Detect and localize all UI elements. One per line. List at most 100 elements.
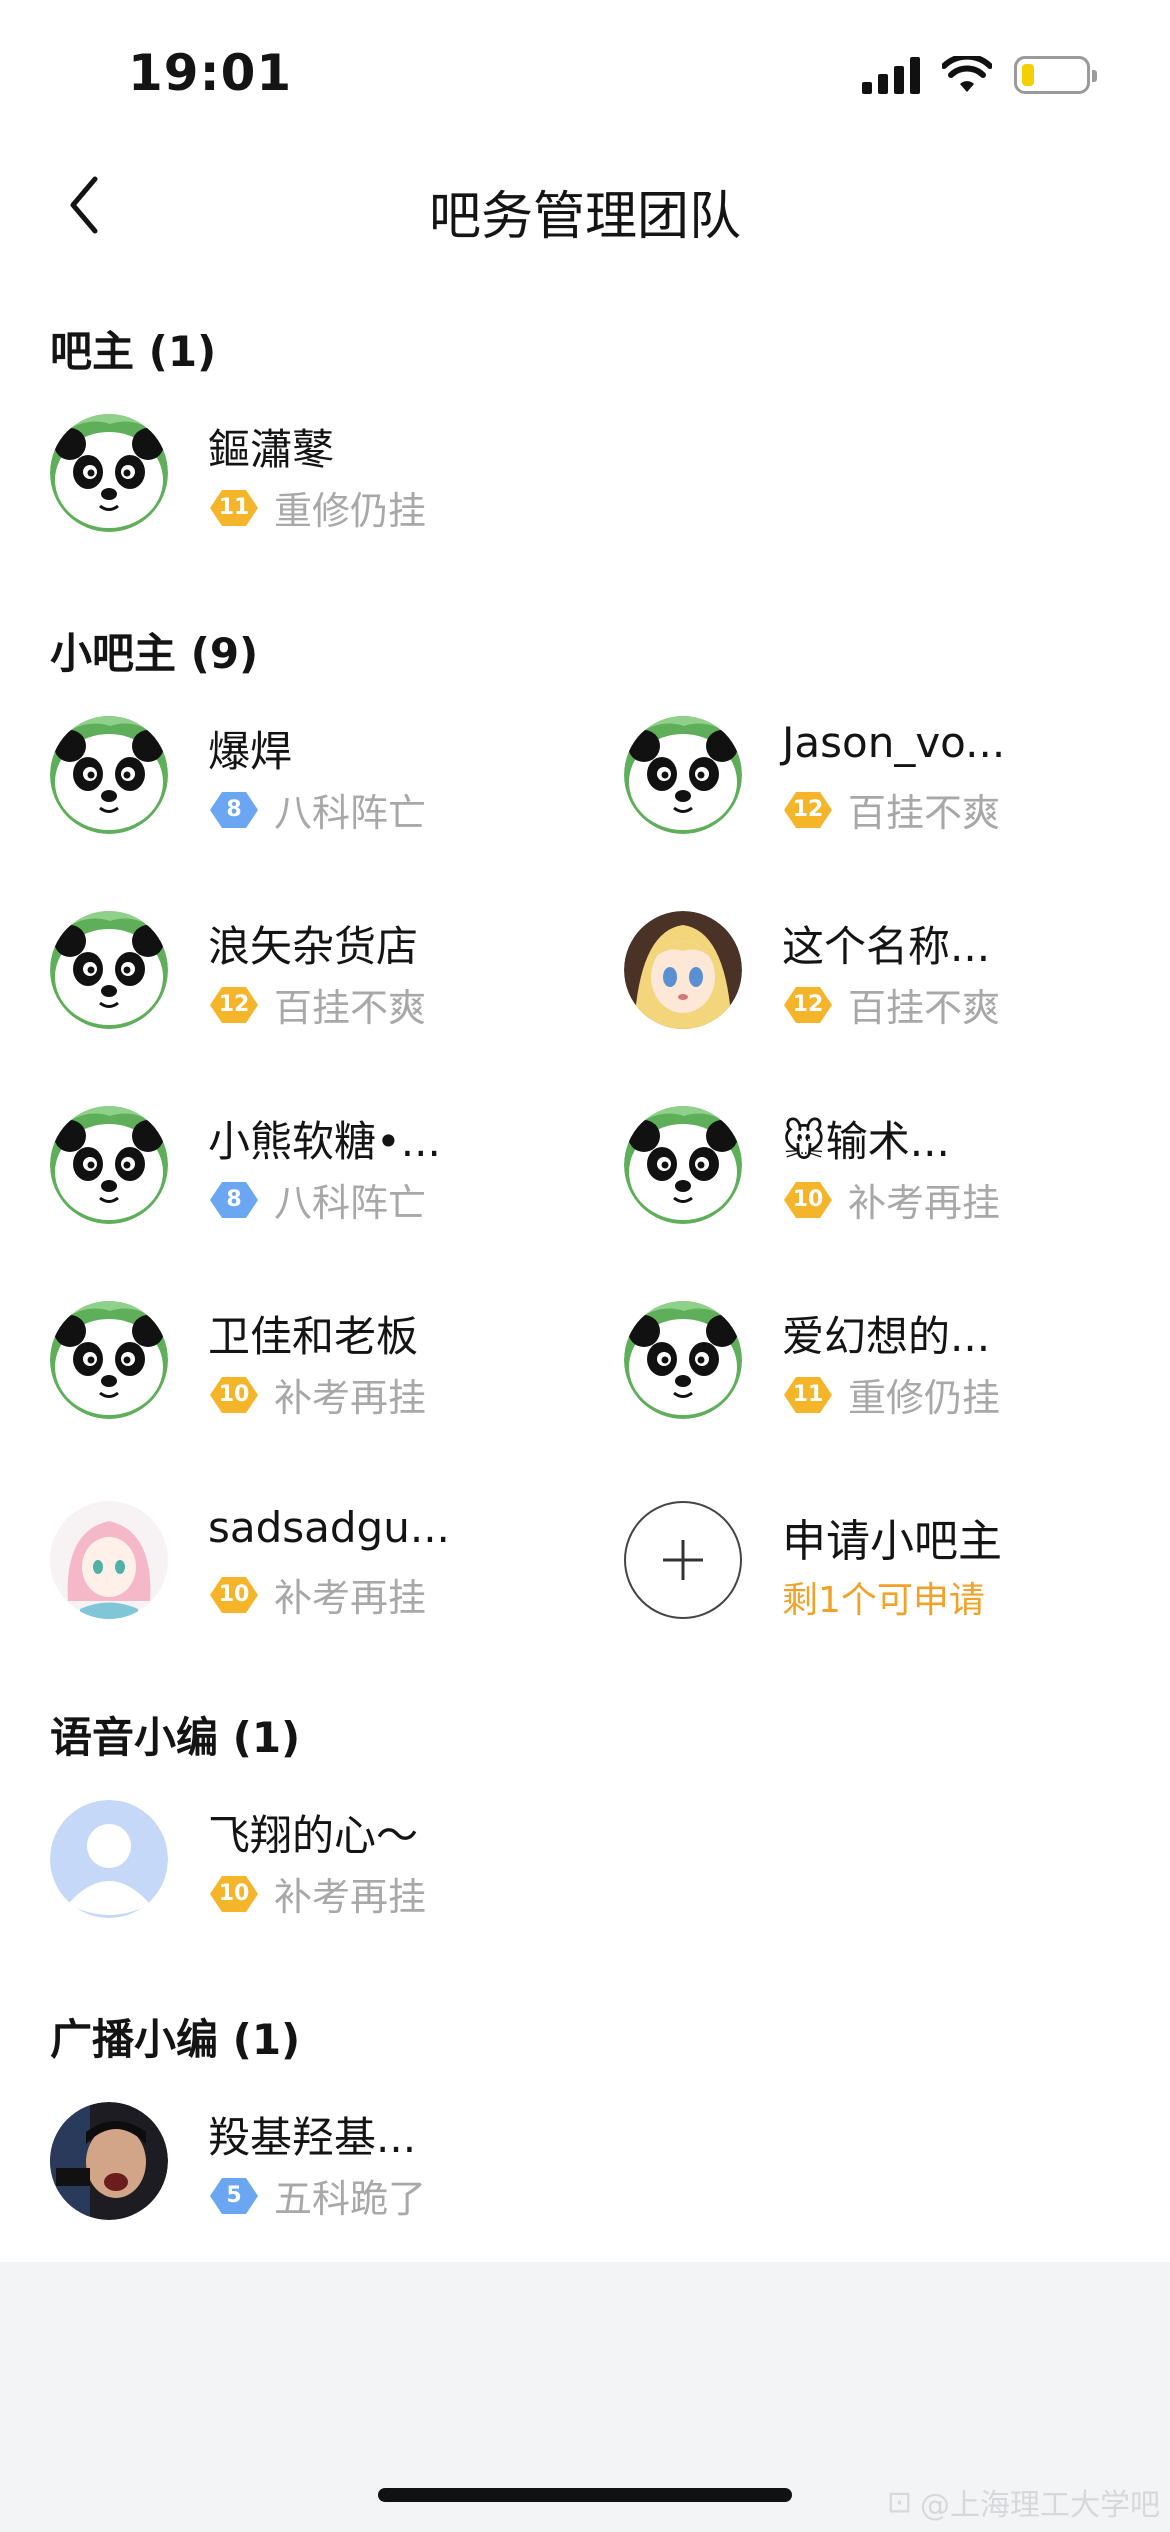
level-title: 补考再挂 xyxy=(274,1576,427,1620)
member-item[interactable]: 爆焊 8 八科阵亡 xyxy=(50,710,580,840)
member-level: 11 重修仍挂 xyxy=(208,480,426,535)
panda-avatar[interactable] xyxy=(50,716,168,834)
member-name: 浪矢杂货店 xyxy=(208,922,419,971)
section-title-voice-editors: 语音小编 (1) xyxy=(50,1713,301,1762)
level-number: 8 xyxy=(226,797,242,822)
member-name: 飞翔的心～ xyxy=(208,1811,419,1860)
member-level: 8 八科阵亡 xyxy=(208,1172,426,1227)
level-badge-icon: 10 xyxy=(782,1180,834,1220)
member-name: 羖基羟基... xyxy=(208,2113,417,2162)
apply-sub-owner-button[interactable]: 申请小吧主 剩1个可申请 xyxy=(624,1495,1154,1625)
level-number: 11 xyxy=(218,495,250,520)
level-badge-icon: 8 xyxy=(208,1180,260,1220)
page-title: 吧务管理团队 xyxy=(428,187,741,247)
member-item[interactable]: 🐭输术... 10 补考再挂 xyxy=(624,1100,1154,1230)
section-title-broadcast-editors: 广播小编 (1) xyxy=(50,2015,301,2064)
level-title: 补考再挂 xyxy=(848,1181,1001,1225)
member-item[interactable]: 小熊软糖•... 8 八科阵亡 xyxy=(50,1100,580,1230)
photo-avatar[interactable] xyxy=(50,2102,168,2220)
panda-avatar[interactable] xyxy=(50,1301,168,1419)
member-name: 爆焊 xyxy=(208,727,293,776)
level-number: 10 xyxy=(792,1187,824,1212)
member-item[interactable]: 羖基羟基... 5 五科跪了 xyxy=(50,2096,580,2226)
member-name: Jason_vo... xyxy=(782,718,1006,767)
level-badge-icon: 12 xyxy=(782,790,834,830)
section-title-sub-owners: 小吧主 (9) xyxy=(50,629,259,678)
level-number: 12 xyxy=(792,797,824,822)
level-badge-icon: 10 xyxy=(208,1874,260,1914)
pink-anime-avatar[interactable] xyxy=(50,1501,168,1619)
member-name: 小熊软糖•... xyxy=(208,1117,441,1166)
level-title: 百挂不爽 xyxy=(848,986,1001,1030)
watermark-text: @上海理工大学吧 xyxy=(920,2488,1160,2523)
member-level: 12 百挂不爽 xyxy=(782,977,1000,1032)
level-title: 补考再挂 xyxy=(274,1376,427,1420)
wifi-icon xyxy=(942,56,992,92)
level-title: 八科阵亡 xyxy=(274,1181,427,1225)
member-level: 10 补考再挂 xyxy=(208,1866,426,1921)
level-title: 补考再挂 xyxy=(274,1875,427,1919)
member-level: 10 补考再挂 xyxy=(208,1567,426,1622)
level-title: 重修仍挂 xyxy=(274,489,427,533)
apply-remaining: 剩1个可申请 xyxy=(782,1580,985,1621)
level-badge-icon: 8 xyxy=(208,790,260,830)
level-number: 10 xyxy=(218,1382,250,1407)
member-name: 卫佳和老板 xyxy=(208,1312,419,1361)
home-indicator[interactable] xyxy=(378,2488,792,2502)
status-icons xyxy=(862,56,1097,94)
level-badge-icon: 5 xyxy=(208,2176,260,2216)
level-title: 五科跪了 xyxy=(274,2177,427,2221)
member-level: 10 补考再挂 xyxy=(208,1367,426,1422)
member-level: 8 八科阵亡 xyxy=(208,782,426,837)
apply-label: 申请小吧主 xyxy=(782,1516,1002,1567)
member-name: 爱幻想的... xyxy=(782,1312,991,1361)
watermark: ⊡ @上海理工大学吧 xyxy=(887,2480,1160,2524)
member-item[interactable]: 浪矢杂货店 12 百挂不爽 xyxy=(50,905,580,1035)
level-title: 百挂不爽 xyxy=(848,791,1001,835)
panda-avatar[interactable] xyxy=(50,1106,168,1224)
member-item[interactable]: 卫佳和老板 10 补考再挂 xyxy=(50,1295,580,1425)
level-number: 12 xyxy=(792,992,824,1017)
level-title: 八科阵亡 xyxy=(274,791,427,835)
section-title-owner: 吧主 (1) xyxy=(50,327,217,376)
panda-avatar[interactable] xyxy=(624,1301,742,1419)
status-time: 19:01 xyxy=(128,44,293,102)
level-number: 10 xyxy=(218,1881,250,1906)
member-level: 5 五科跪了 xyxy=(208,2168,426,2223)
member-level: 10 补考再挂 xyxy=(782,1172,1000,1227)
member-name: sadsadgu... xyxy=(208,1503,450,1552)
level-badge-icon: 12 xyxy=(782,985,834,1025)
page: 19:01 吧务管理团队 吧主 (1) 小吧主 (9) 语音小编 (1) 广播小… xyxy=(0,0,1170,2532)
panda-avatar[interactable] xyxy=(50,911,168,1029)
panda-avatar[interactable] xyxy=(624,716,742,834)
battery-icon xyxy=(1014,56,1097,94)
panda-avatar[interactable] xyxy=(624,1106,742,1224)
default-avatar[interactable] xyxy=(50,1800,168,1918)
level-number: 10 xyxy=(218,1582,250,1607)
member-name: 鏂瀟鼕 xyxy=(208,425,335,474)
member-level: 12 百挂不爽 xyxy=(782,782,1000,837)
panda-avatar[interactable] xyxy=(50,414,168,532)
level-badge-icon: 10 xyxy=(208,1375,260,1415)
member-name: 🐭输术... xyxy=(782,1117,950,1166)
anime-girl-avatar[interactable] xyxy=(624,911,742,1029)
member-level: 11 重修仍挂 xyxy=(782,1367,1000,1422)
member-item[interactable]: 爱幻想的... 11 重修仍挂 xyxy=(624,1295,1154,1425)
member-item[interactable]: sadsadgu... 10 补考再挂 xyxy=(50,1495,580,1625)
member-name: 这个名称... xyxy=(782,922,991,971)
level-number: 12 xyxy=(218,992,250,1017)
member-item[interactable]: 鏂瀟鼕 11 重修仍挂 xyxy=(50,408,580,538)
member-item[interactable]: Jason_vo... 12 百挂不爽 xyxy=(624,710,1154,840)
level-number: 11 xyxy=(792,1382,824,1407)
add-icon xyxy=(624,1501,742,1619)
level-title: 百挂不爽 xyxy=(274,986,427,1030)
status-bar: 19:01 xyxy=(0,0,1170,150)
level-number: 5 xyxy=(226,2183,242,2208)
level-number: 8 xyxy=(226,1187,242,1212)
level-badge-icon: 11 xyxy=(208,488,260,528)
weibo-icon: ⊡ xyxy=(886,2484,912,2520)
level-badge-icon: 11 xyxy=(782,1375,834,1415)
member-item[interactable]: 飞翔的心～ 10 补考再挂 xyxy=(50,1794,580,1924)
member-item[interactable]: 这个名称... 12 百挂不爽 xyxy=(624,905,1154,1035)
nav-bar: 吧务管理团队 xyxy=(0,150,1170,260)
